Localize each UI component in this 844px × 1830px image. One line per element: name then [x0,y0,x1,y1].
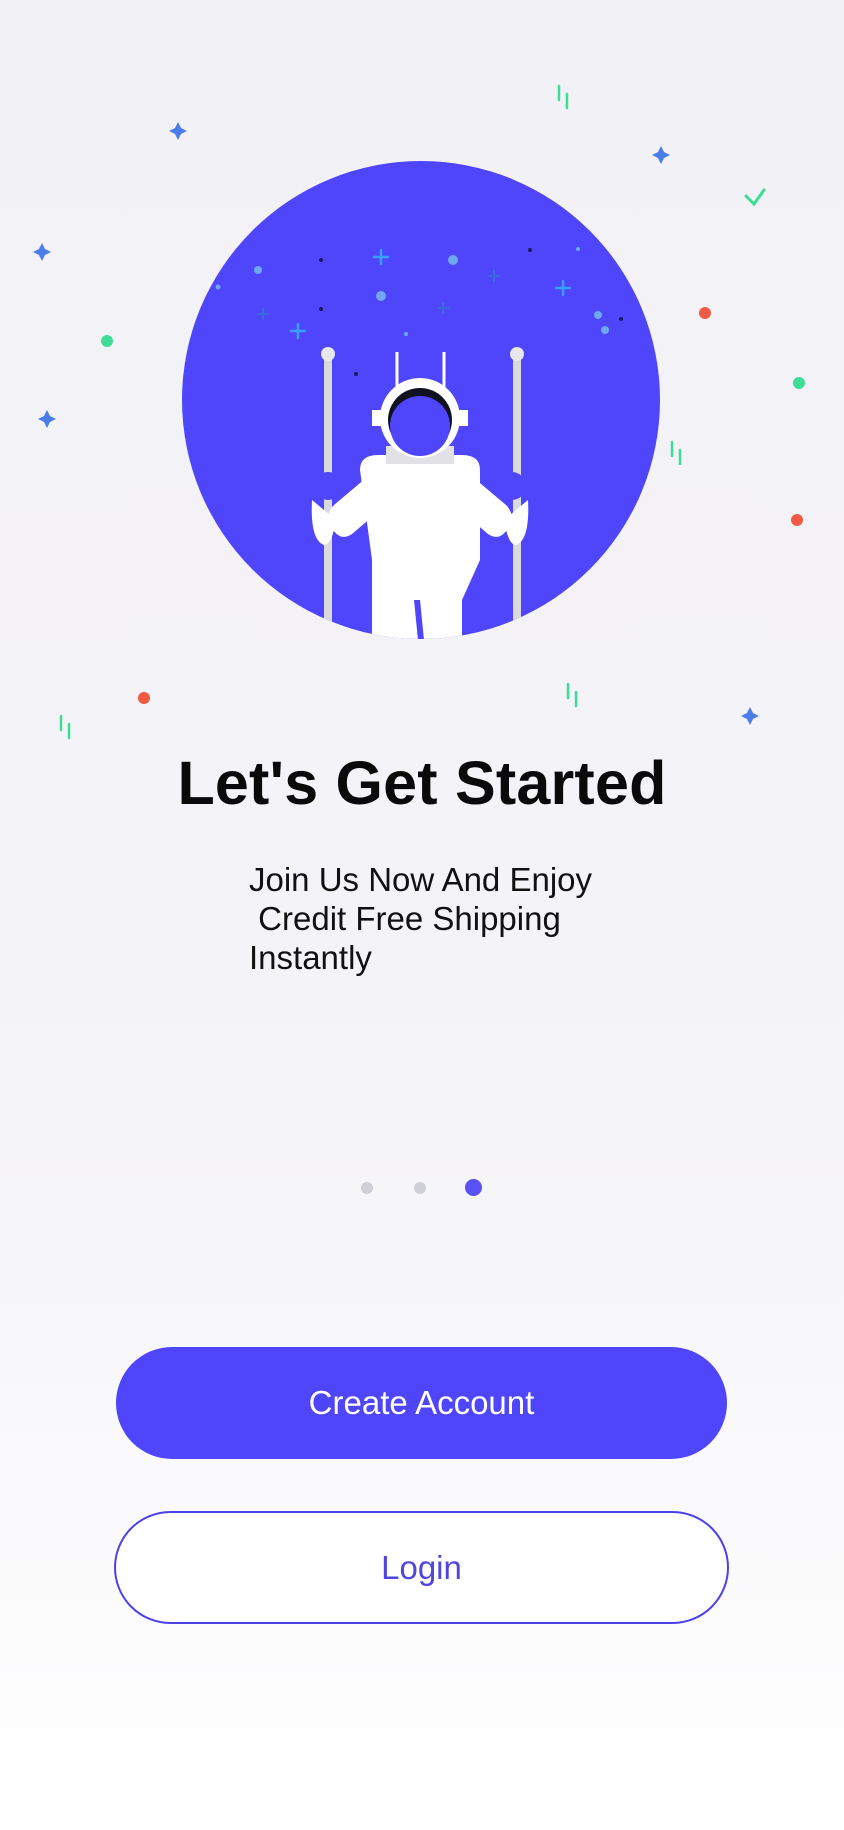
page-subtitle: Join Us Now And Enjoy Credit Free Shippi… [249,861,593,976]
hero-illustration [0,0,844,760]
page-indicator [0,1176,844,1196]
page-indicator-dot-1[interactable] [361,1182,373,1194]
onboarding-screen: Let's Get Started Join Us Now And Enjoy … [0,0,844,1830]
page-title: Let's Get Started [177,749,667,817]
page-indicator-dot-2[interactable] [414,1182,426,1194]
astronaut-on-swing-icon [33,84,805,740]
page-indicator-dot-3-active[interactable] [465,1179,482,1196]
login-button[interactable]: Login [114,1511,729,1624]
create-account-button[interactable]: Create Account [116,1347,727,1459]
